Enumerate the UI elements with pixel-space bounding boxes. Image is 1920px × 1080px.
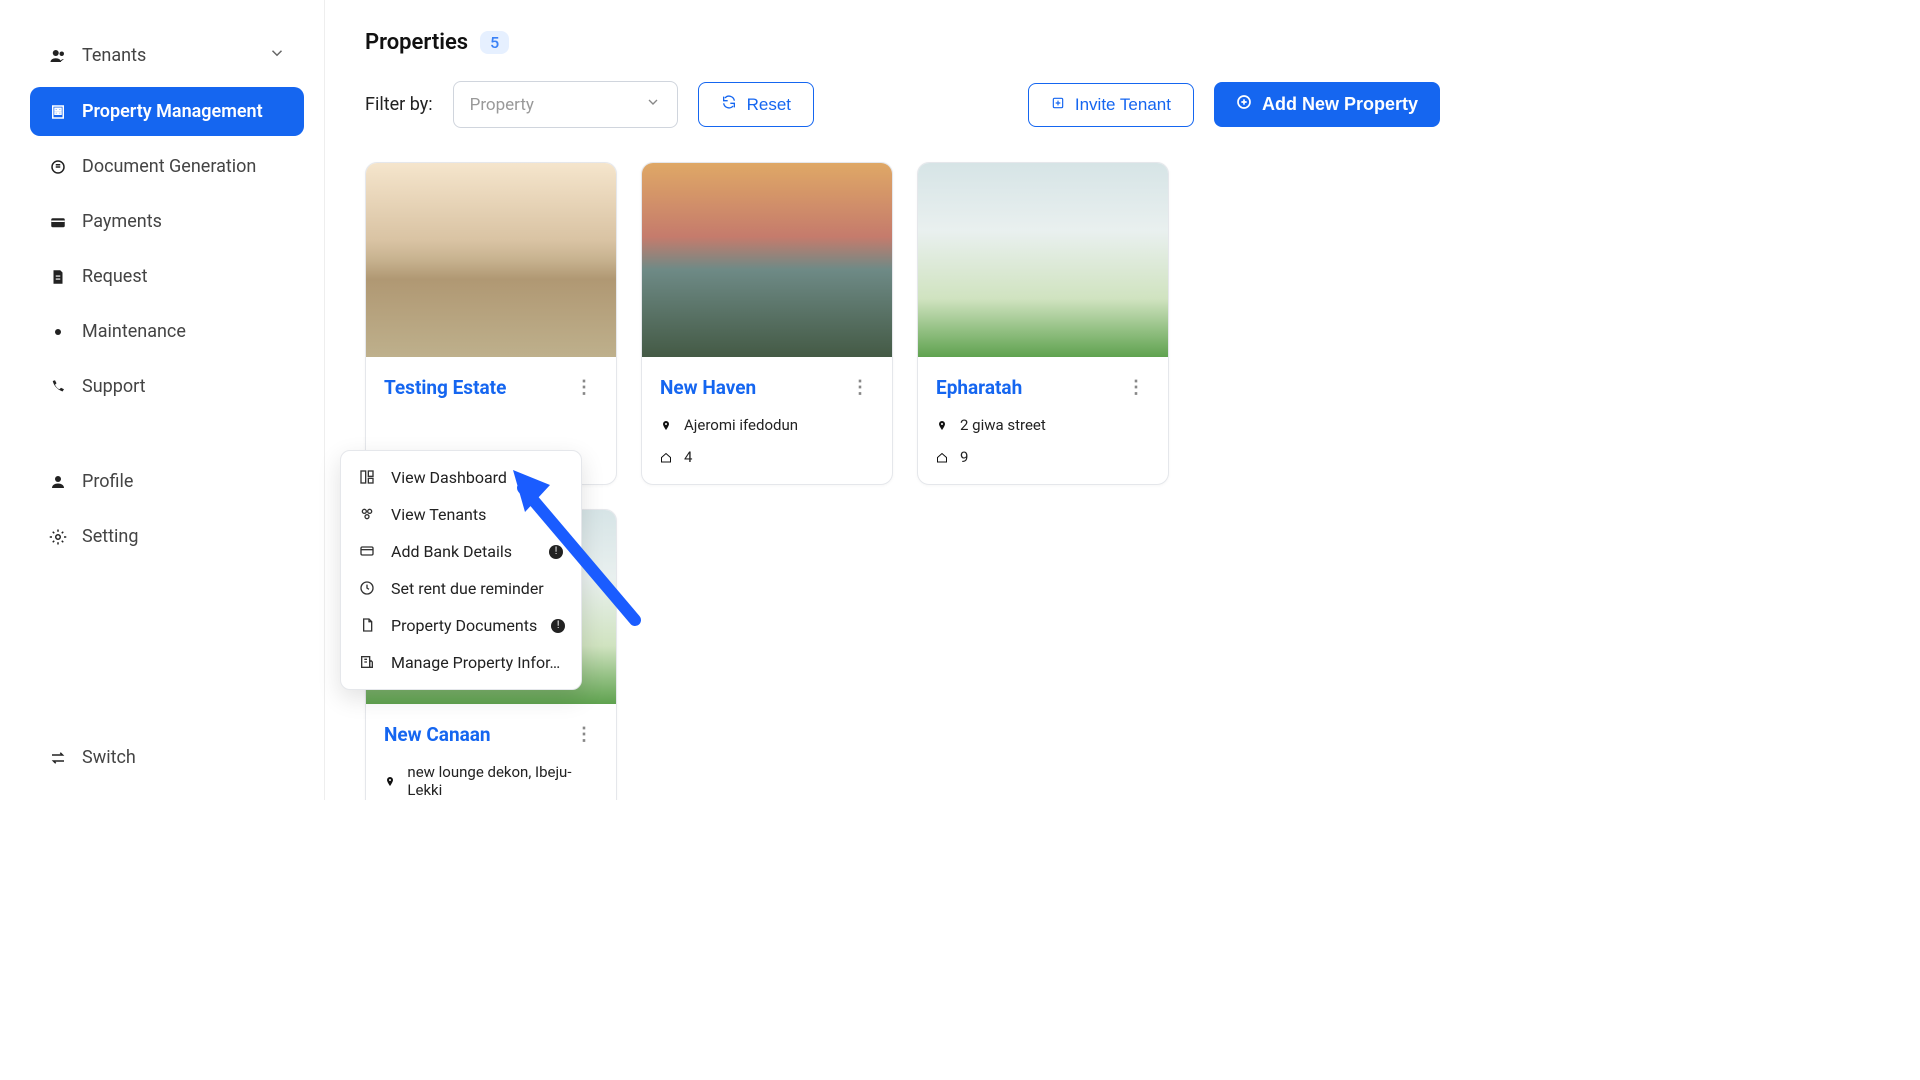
sidebar-item-maintenance[interactable]: Maintenance [30, 307, 304, 356]
property-units: 9 [960, 448, 968, 466]
sidebar-item-label: Tenants [82, 45, 146, 66]
page-title: Properties [365, 30, 468, 55]
cm-view-dashboard[interactable]: View Dashboard [341, 459, 581, 496]
cm-property-documents[interactable]: Property Documents ! [341, 607, 581, 644]
card-menu-button[interactable]: ⋮ [847, 373, 874, 402]
property-card[interactable]: New Haven ⋮ Ajeromi ifedodun 4 [641, 162, 893, 485]
cm-manage-info[interactable]: Manage Property Infor… [341, 644, 581, 681]
home-icon [660, 450, 674, 464]
sidebar-item-label: Request [82, 266, 148, 287]
property-context-menu: View Dashboard View Tenants Add Bank Det… [340, 450, 582, 690]
sidebar-item-profile[interactable]: Profile [30, 457, 304, 506]
card-icon [48, 212, 68, 232]
cm-label: View Tenants [391, 505, 486, 524]
card-menu-button[interactable]: ⋮ [1123, 373, 1150, 402]
add-property-button[interactable]: Add New Property [1214, 82, 1440, 127]
cm-label: Add Bank Details [391, 542, 512, 561]
file-icon [48, 267, 68, 287]
invite-icon [1051, 95, 1065, 115]
property-name: New Canaan [384, 723, 491, 746]
property-address: Ajeromi ifedodun [684, 416, 798, 434]
alert-badge-icon: ! [551, 619, 565, 633]
cm-set-reminder[interactable]: Set rent due reminder [341, 570, 581, 607]
property-filter-dropdown[interactable]: Property [453, 81, 678, 128]
sidebar-item-setting[interactable]: Setting [30, 512, 304, 561]
property-name: Epharatah [936, 376, 1022, 399]
cm-label: Property Documents [391, 616, 537, 635]
cm-label: Set rent due reminder [391, 579, 544, 598]
cm-label: View Dashboard [391, 468, 507, 487]
chevron-down-icon [645, 94, 661, 115]
invite-label: Invite Tenant [1075, 95, 1171, 115]
sidebar-item-tenants[interactable]: Tenants [30, 30, 304, 81]
gear-icon [48, 527, 68, 547]
sidebar: Tenants Property Management Document Gen… [0, 0, 325, 800]
wrench-icon [48, 322, 68, 342]
phone-icon [48, 377, 68, 397]
property-units: 4 [684, 448, 692, 466]
sidebar-item-switch[interactable]: Switch [30, 733, 304, 782]
property-image [642, 163, 892, 357]
sidebar-item-label: Setting [82, 526, 138, 547]
sidebar-item-label: Maintenance [82, 321, 186, 342]
property-card[interactable]: Epharatah ⋮ 2 giwa street 9 [917, 162, 1169, 485]
sidebar-item-document-generation[interactable]: Document Generation [30, 142, 304, 191]
property-address: new lounge dekon, Ibeju-Lekki [407, 763, 598, 799]
count-badge: 5 [480, 31, 509, 54]
sidebar-item-label: Document Generation [82, 156, 256, 177]
card-menu-button[interactable]: ⋮ [571, 373, 598, 402]
property-image [366, 163, 616, 357]
building-icon [48, 102, 68, 122]
sidebar-item-label: Switch [82, 747, 136, 768]
reset-button[interactable]: Reset [698, 82, 814, 127]
property-address: 2 giwa street [960, 416, 1046, 434]
sidebar-item-label: Payments [82, 211, 162, 232]
home-icon [936, 450, 950, 464]
cm-label: Manage Property Infor… [391, 653, 560, 672]
pin-icon [936, 418, 950, 432]
document-icon [48, 157, 68, 177]
sidebar-item-support[interactable]: Support [30, 362, 304, 411]
filter-bar: Filter by: Property Reset Invite Tenant [365, 81, 1440, 128]
cm-add-bank-details[interactable]: Add Bank Details ! [341, 533, 581, 570]
sidebar-item-property-management[interactable]: Property Management [30, 87, 304, 136]
property-image [918, 163, 1168, 357]
invite-tenant-button[interactable]: Invite Tenant [1028, 83, 1194, 127]
users-icon [48, 46, 68, 66]
sidebar-item-label: Profile [82, 471, 133, 492]
filter-label: Filter by: [365, 94, 433, 115]
bank-icon [359, 543, 377, 561]
dropdown-placeholder: Property [470, 95, 534, 115]
doc-icon [359, 617, 377, 635]
refresh-icon [721, 94, 737, 115]
manage-icon [359, 654, 377, 672]
add-label: Add New Property [1262, 94, 1418, 115]
sidebar-item-request[interactable]: Request [30, 252, 304, 301]
sidebar-item-label: Property Management [82, 101, 263, 122]
property-card[interactable]: Testing Estate ⋮ [365, 162, 617, 485]
cm-view-tenants[interactable]: View Tenants [341, 496, 581, 533]
pin-icon [660, 418, 674, 432]
pin-icon [384, 774, 397, 788]
chevron-down-icon [268, 44, 286, 67]
sidebar-item-payments[interactable]: Payments [30, 197, 304, 246]
page-header: Properties 5 [365, 30, 1440, 55]
sidebar-item-label: Support [82, 376, 146, 397]
dashboard-icon [359, 469, 377, 487]
reset-label: Reset [747, 95, 791, 115]
property-name: Testing Estate [384, 376, 506, 399]
property-name: New Haven [660, 376, 756, 399]
switch-icon [48, 748, 68, 768]
user-icon [48, 472, 68, 492]
card-menu-button[interactable]: ⋮ [571, 720, 598, 749]
clock-icon [359, 580, 377, 598]
tenants-icon [359, 506, 377, 524]
plus-icon [1236, 94, 1252, 115]
alert-badge-icon: ! [549, 545, 563, 559]
